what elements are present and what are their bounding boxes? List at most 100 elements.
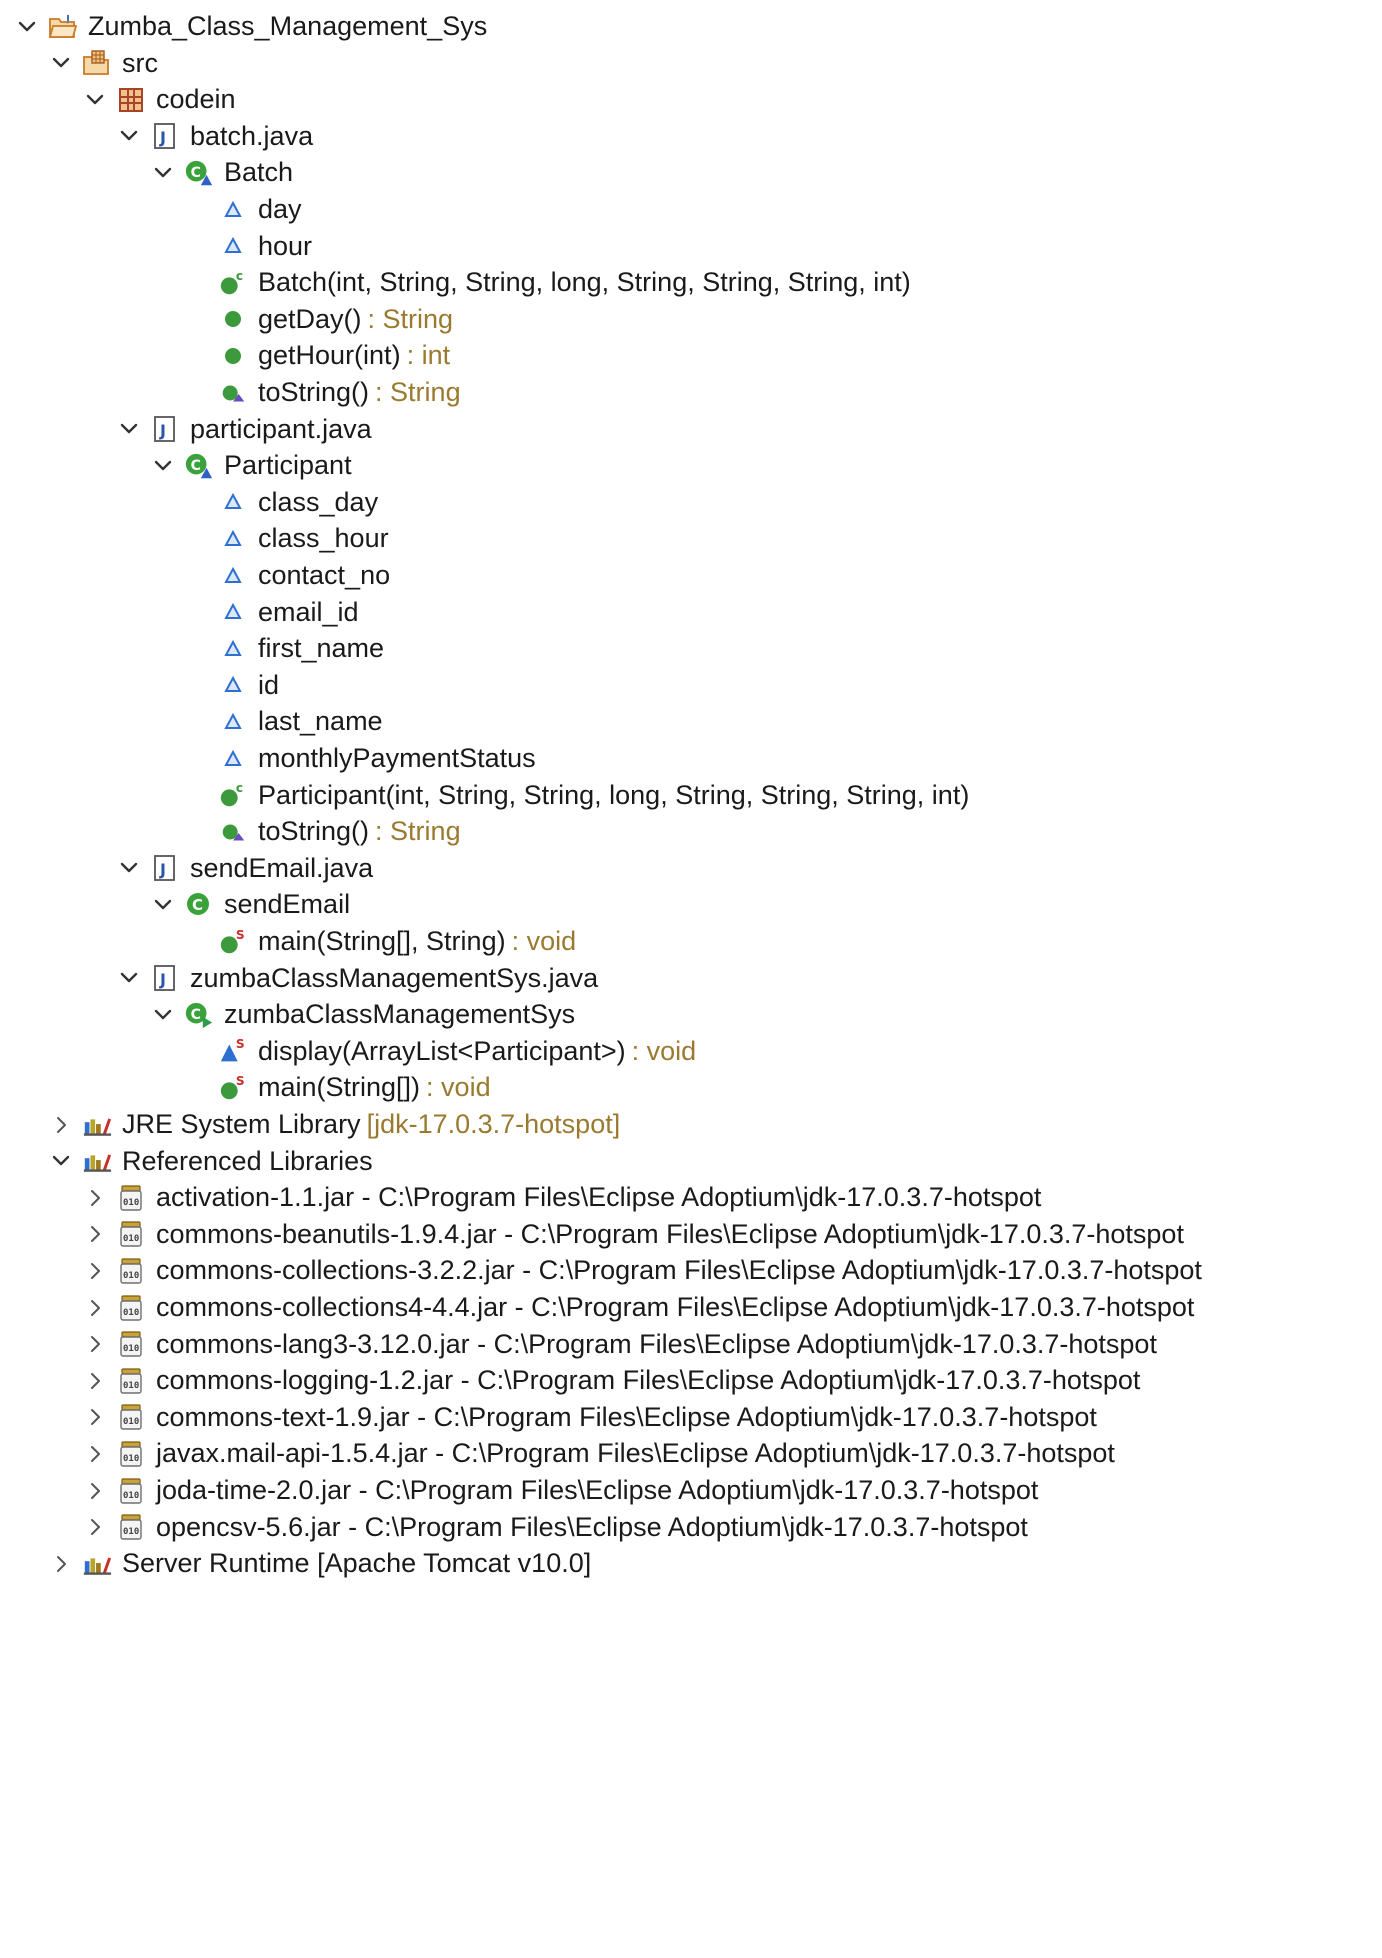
tree-item-decoration: : void — [631, 1035, 697, 1066]
static-method-icon: S — [218, 1073, 248, 1103]
tree-item-decoration: : void — [426, 1072, 491, 1103]
field-default-icon — [218, 231, 248, 261]
chevron-right-icon[interactable] — [82, 1402, 108, 1432]
class-icon: C — [184, 451, 214, 481]
chevron-down-icon[interactable] — [48, 48, 74, 78]
chevron-down-icon[interactable] — [116, 121, 142, 151]
chevron-down-icon[interactable] — [82, 85, 108, 115]
tree-item-label: opencsv-5.6.jar - C:\Program Files\Eclip… — [156, 1511, 1028, 1542]
tree-item-label: contact_no — [258, 560, 391, 590]
chevron-right-icon[interactable] — [82, 1512, 108, 1542]
svg-text:010: 010 — [123, 1308, 139, 1318]
svg-text:C: C — [191, 165, 201, 181]
tree-item-label: last_name — [258, 706, 383, 737]
jar-icon: 010 — [116, 1329, 146, 1359]
svg-text:S: S — [236, 1074, 245, 1088]
tree-item-label: commons-lang3-3.12.0.jar - C:\Program Fi… — [156, 1328, 1157, 1359]
tree-item-label: batch.java — [190, 120, 314, 151]
chevron-down-icon[interactable] — [14, 12, 40, 42]
field-default-icon — [218, 707, 248, 737]
tree-item-label: activation-1.1.jar - C:\Program Files\Ec… — [156, 1182, 1042, 1213]
tree-item-decoration: : String — [375, 377, 461, 407]
chevron-down-icon[interactable] — [116, 414, 142, 444]
library-icon — [82, 1549, 112, 1579]
chevron-right-icon[interactable] — [82, 1329, 108, 1359]
chevron-right-icon[interactable] — [82, 1366, 108, 1396]
svg-text:010: 010 — [123, 1234, 139, 1244]
constructor-icon: c — [218, 268, 248, 298]
class-main-icon: C — [184, 1000, 214, 1030]
chevron-right-icon[interactable] — [48, 1549, 74, 1579]
chevron-down-icon[interactable] — [116, 963, 142, 993]
field-default-icon — [218, 597, 248, 627]
tree-item-label: src — [122, 47, 158, 78]
tree-item-label: id — [258, 669, 280, 700]
chevron-down-icon[interactable] — [116, 853, 142, 883]
java-file-icon: J — [150, 963, 180, 993]
jar-icon: 010 — [116, 1439, 146, 1469]
chevron-right-icon[interactable] — [82, 1219, 108, 1249]
chevron-down-icon[interactable] — [48, 1146, 74, 1176]
svg-text:S: S — [236, 928, 245, 942]
tree-item-label: first_name — [258, 633, 385, 664]
method-override-icon — [218, 817, 248, 847]
chevron-right-icon[interactable] — [82, 1439, 108, 1469]
library-icon — [82, 1110, 112, 1140]
svg-text:C: C — [191, 1006, 201, 1022]
method-public-icon — [218, 341, 248, 371]
jar-icon: 010 — [116, 1366, 146, 1396]
tree-item-label: commons-beanutils-1.9.4.jar - C:\Program… — [156, 1218, 1184, 1249]
tree-item-label: Participant(int, String, String, long, S… — [258, 779, 970, 810]
tree-item-label: Batch(int, String, String, long, String,… — [258, 267, 911, 298]
tree-item-label: getHour(int) — [258, 340, 401, 371]
chevron-right-icon[interactable] — [82, 1183, 108, 1213]
svg-text:J: J — [66, 15, 69, 24]
tree-item-label: commons-text-1.9.jar - C:\Program Files\… — [156, 1401, 1097, 1432]
field-default-icon — [218, 487, 248, 517]
source-folder-icon — [82, 48, 112, 78]
tree-item-label: joda-time-2.0.jar - C:\Program Files\Ecl… — [156, 1475, 1039, 1505]
tree-item-label: main(String[]) — [258, 1072, 421, 1103]
package-explorer-tree: J Zumba_Class_Management_Syssrc codein Jbat… — [0, 0, 1382, 1958]
tree-item-label: class_day — [258, 486, 379, 517]
java-file-icon: J — [150, 121, 180, 151]
chevron-right-icon[interactable] — [82, 1293, 108, 1323]
svg-text:010: 010 — [123, 1454, 139, 1464]
field-default-icon — [218, 561, 248, 591]
tree-item-label: getDay() — [258, 303, 362, 334]
method-override-icon — [218, 378, 248, 408]
svg-text:J: J — [159, 970, 166, 989]
tree-item-label: commons-collections-3.2.2.jar - C:\Progr… — [156, 1255, 1202, 1286]
tree-item-label: toString() — [258, 816, 370, 847]
tree-item-label: Batch — [224, 157, 294, 188]
chevron-down-icon[interactable] — [150, 1000, 176, 1030]
tree-item-decoration: : int — [406, 340, 451, 371]
tree-item-label: Referenced Libraries — [122, 1145, 373, 1176]
chevron-right-icon[interactable] — [82, 1256, 108, 1286]
java-file-icon: J — [150, 853, 180, 883]
tree-item-label: sendEmail.java — [190, 852, 374, 883]
chevron-right-icon[interactable] — [48, 1110, 74, 1140]
chevron-down-icon[interactable] — [150, 451, 176, 481]
jar-icon: 010 — [116, 1293, 146, 1323]
tree-item-label: Zumba_Class_Management_Sys — [88, 11, 488, 41]
tree-item-decoration: [jdk-17.0.3.7-hotspot] — [366, 1109, 621, 1139]
tree-item-label: Server Runtime [Apache Tomcat v10.0] — [122, 1548, 592, 1579]
chevron-down-icon[interactable] — [150, 890, 176, 920]
tree-item-label: javax.mail-api-1.5.4.jar - C:\Program Fi… — [156, 1438, 1115, 1469]
tree-item-label: JRE System Library — [122, 1109, 361, 1139]
svg-text:010: 010 — [123, 1271, 139, 1281]
jar-icon: 010 — [116, 1256, 146, 1286]
chevron-right-icon[interactable] — [82, 1476, 108, 1506]
svg-text:c: c — [236, 269, 243, 283]
field-default-icon — [218, 670, 248, 700]
tree-item-label: codein — [156, 84, 236, 115]
jar-icon: 010 — [116, 1402, 146, 1432]
tree-row[interactable]: Server Runtime [Apache Tomcat v10.0] — [0, 1541, 1382, 1586]
field-default-icon — [218, 195, 248, 225]
jar-icon: 010 — [116, 1512, 146, 1542]
tree-item-label: Participant — [224, 450, 352, 481]
tree-item-label: email_id — [258, 596, 359, 627]
svg-text:J: J — [159, 128, 166, 147]
chevron-down-icon[interactable] — [150, 158, 176, 188]
